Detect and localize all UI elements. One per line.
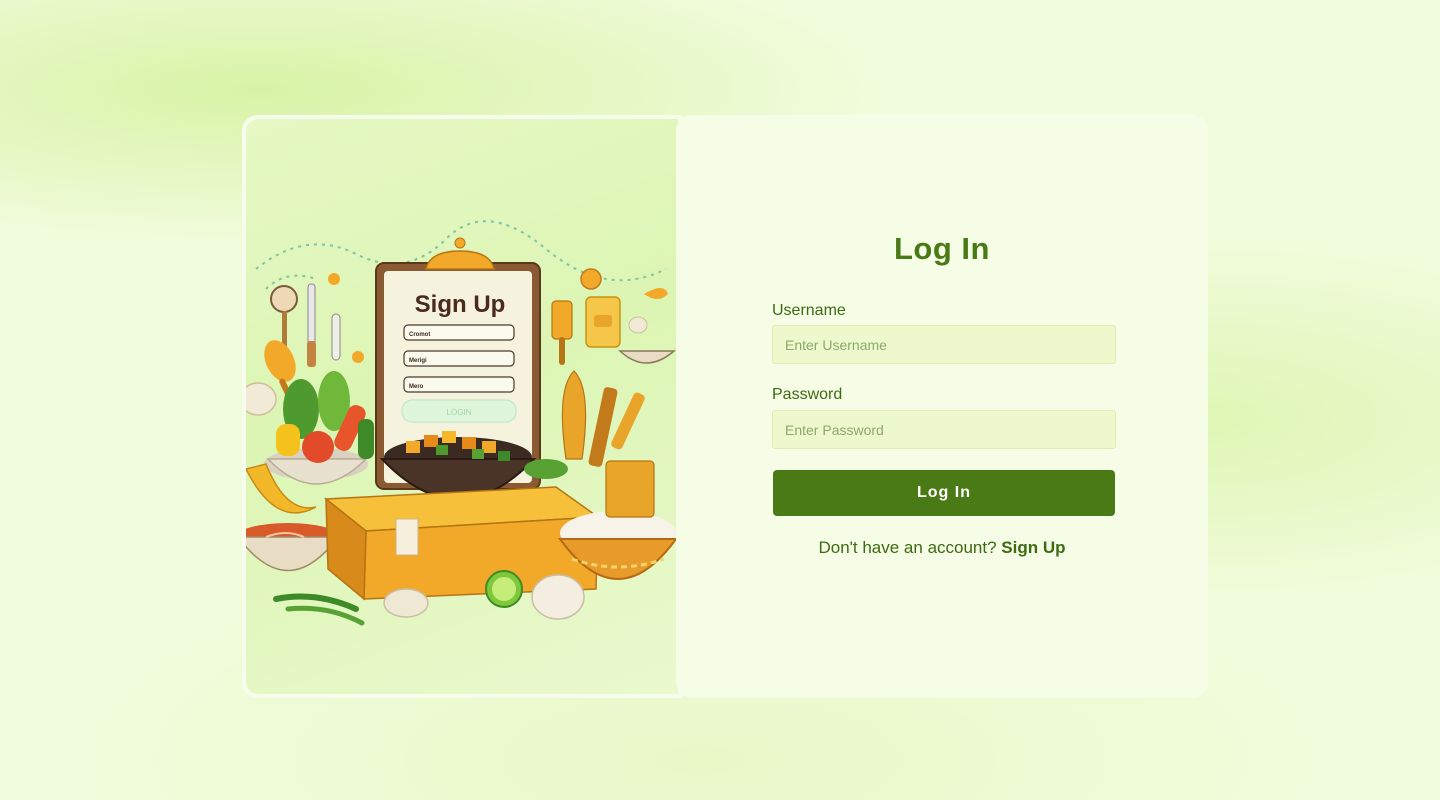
- signup-prompt-line: Don't have an account? Sign Up: [676, 538, 1208, 558]
- knife-icon: [307, 283, 316, 367]
- password-label: Password: [772, 386, 843, 403]
- clipboard-title: Sign Up: [415, 291, 506, 318]
- login-form-panel: Log In Username Password Log In Don't ha…: [676, 115, 1208, 698]
- username-input[interactable]: [772, 325, 1116, 364]
- login-card: Sign Up Cromot Merigi Mero LOGIN Log In …: [242, 115, 1208, 698]
- clipboard-field-3: Mero: [409, 384, 424, 390]
- signup-prompt-text: Don't have an account?: [818, 538, 997, 557]
- food-illustration: Sign Up Cromot Merigi Mero LOGIN: [242, 115, 682, 698]
- clipboard-field-1: Cromot: [409, 332, 430, 338]
- login-button[interactable]: Log In: [773, 470, 1115, 516]
- clipboard-button: LOGIN: [447, 408, 472, 417]
- page-title: Log In: [894, 231, 990, 266]
- password-input[interactable]: [772, 410, 1116, 449]
- username-label: Username: [772, 302, 846, 319]
- clipboard-field-2: Merigi: [409, 358, 427, 364]
- signup-link[interactable]: Sign Up: [1001, 538, 1065, 557]
- fork-icon: [551, 300, 573, 365]
